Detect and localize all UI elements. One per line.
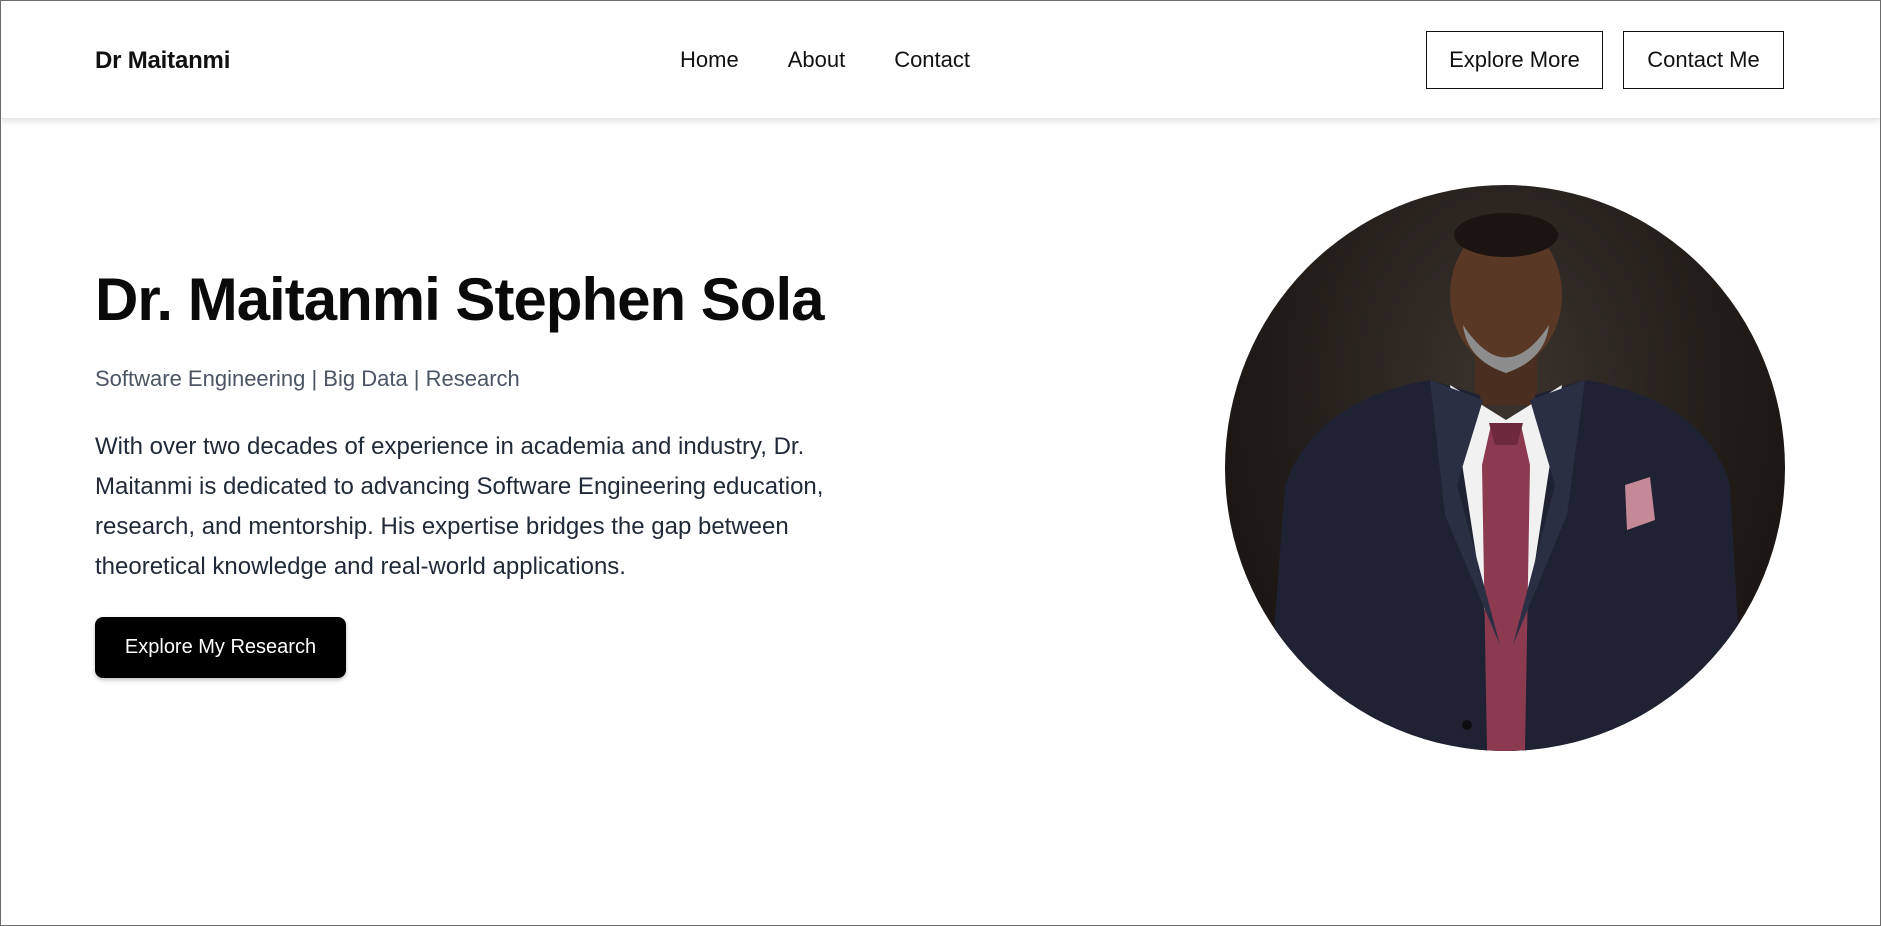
- hero-title: Dr. Maitanmi Stephen Sola: [95, 266, 824, 333]
- explore-research-button[interactable]: Explore My Research: [95, 617, 346, 678]
- nav-home[interactable]: Home: [680, 47, 739, 73]
- page: Dr Maitanmi Home About Contact Explore M…: [0, 0, 1881, 926]
- nav-contact[interactable]: Contact: [894, 47, 970, 73]
- hero-subtitle: Software Engineering | Big Data | Resear…: [95, 366, 520, 391]
- nav-about[interactable]: About: [788, 47, 846, 73]
- site-header: Dr Maitanmi Home About Contact Explore M…: [1, 1, 1880, 119]
- header-actions: Explore More Contact Me: [1426, 31, 1784, 89]
- portrait-illustration: [1265, 213, 1745, 751]
- explore-more-button[interactable]: Explore More: [1426, 31, 1603, 89]
- brand-logo[interactable]: Dr Maitanmi: [95, 47, 230, 75]
- profile-photo: [1225, 185, 1785, 751]
- contact-me-button[interactable]: Contact Me: [1623, 31, 1784, 89]
- main-nav: Home About Contact: [680, 47, 970, 73]
- hero-description: With over two decades of experience in a…: [95, 433, 824, 580]
